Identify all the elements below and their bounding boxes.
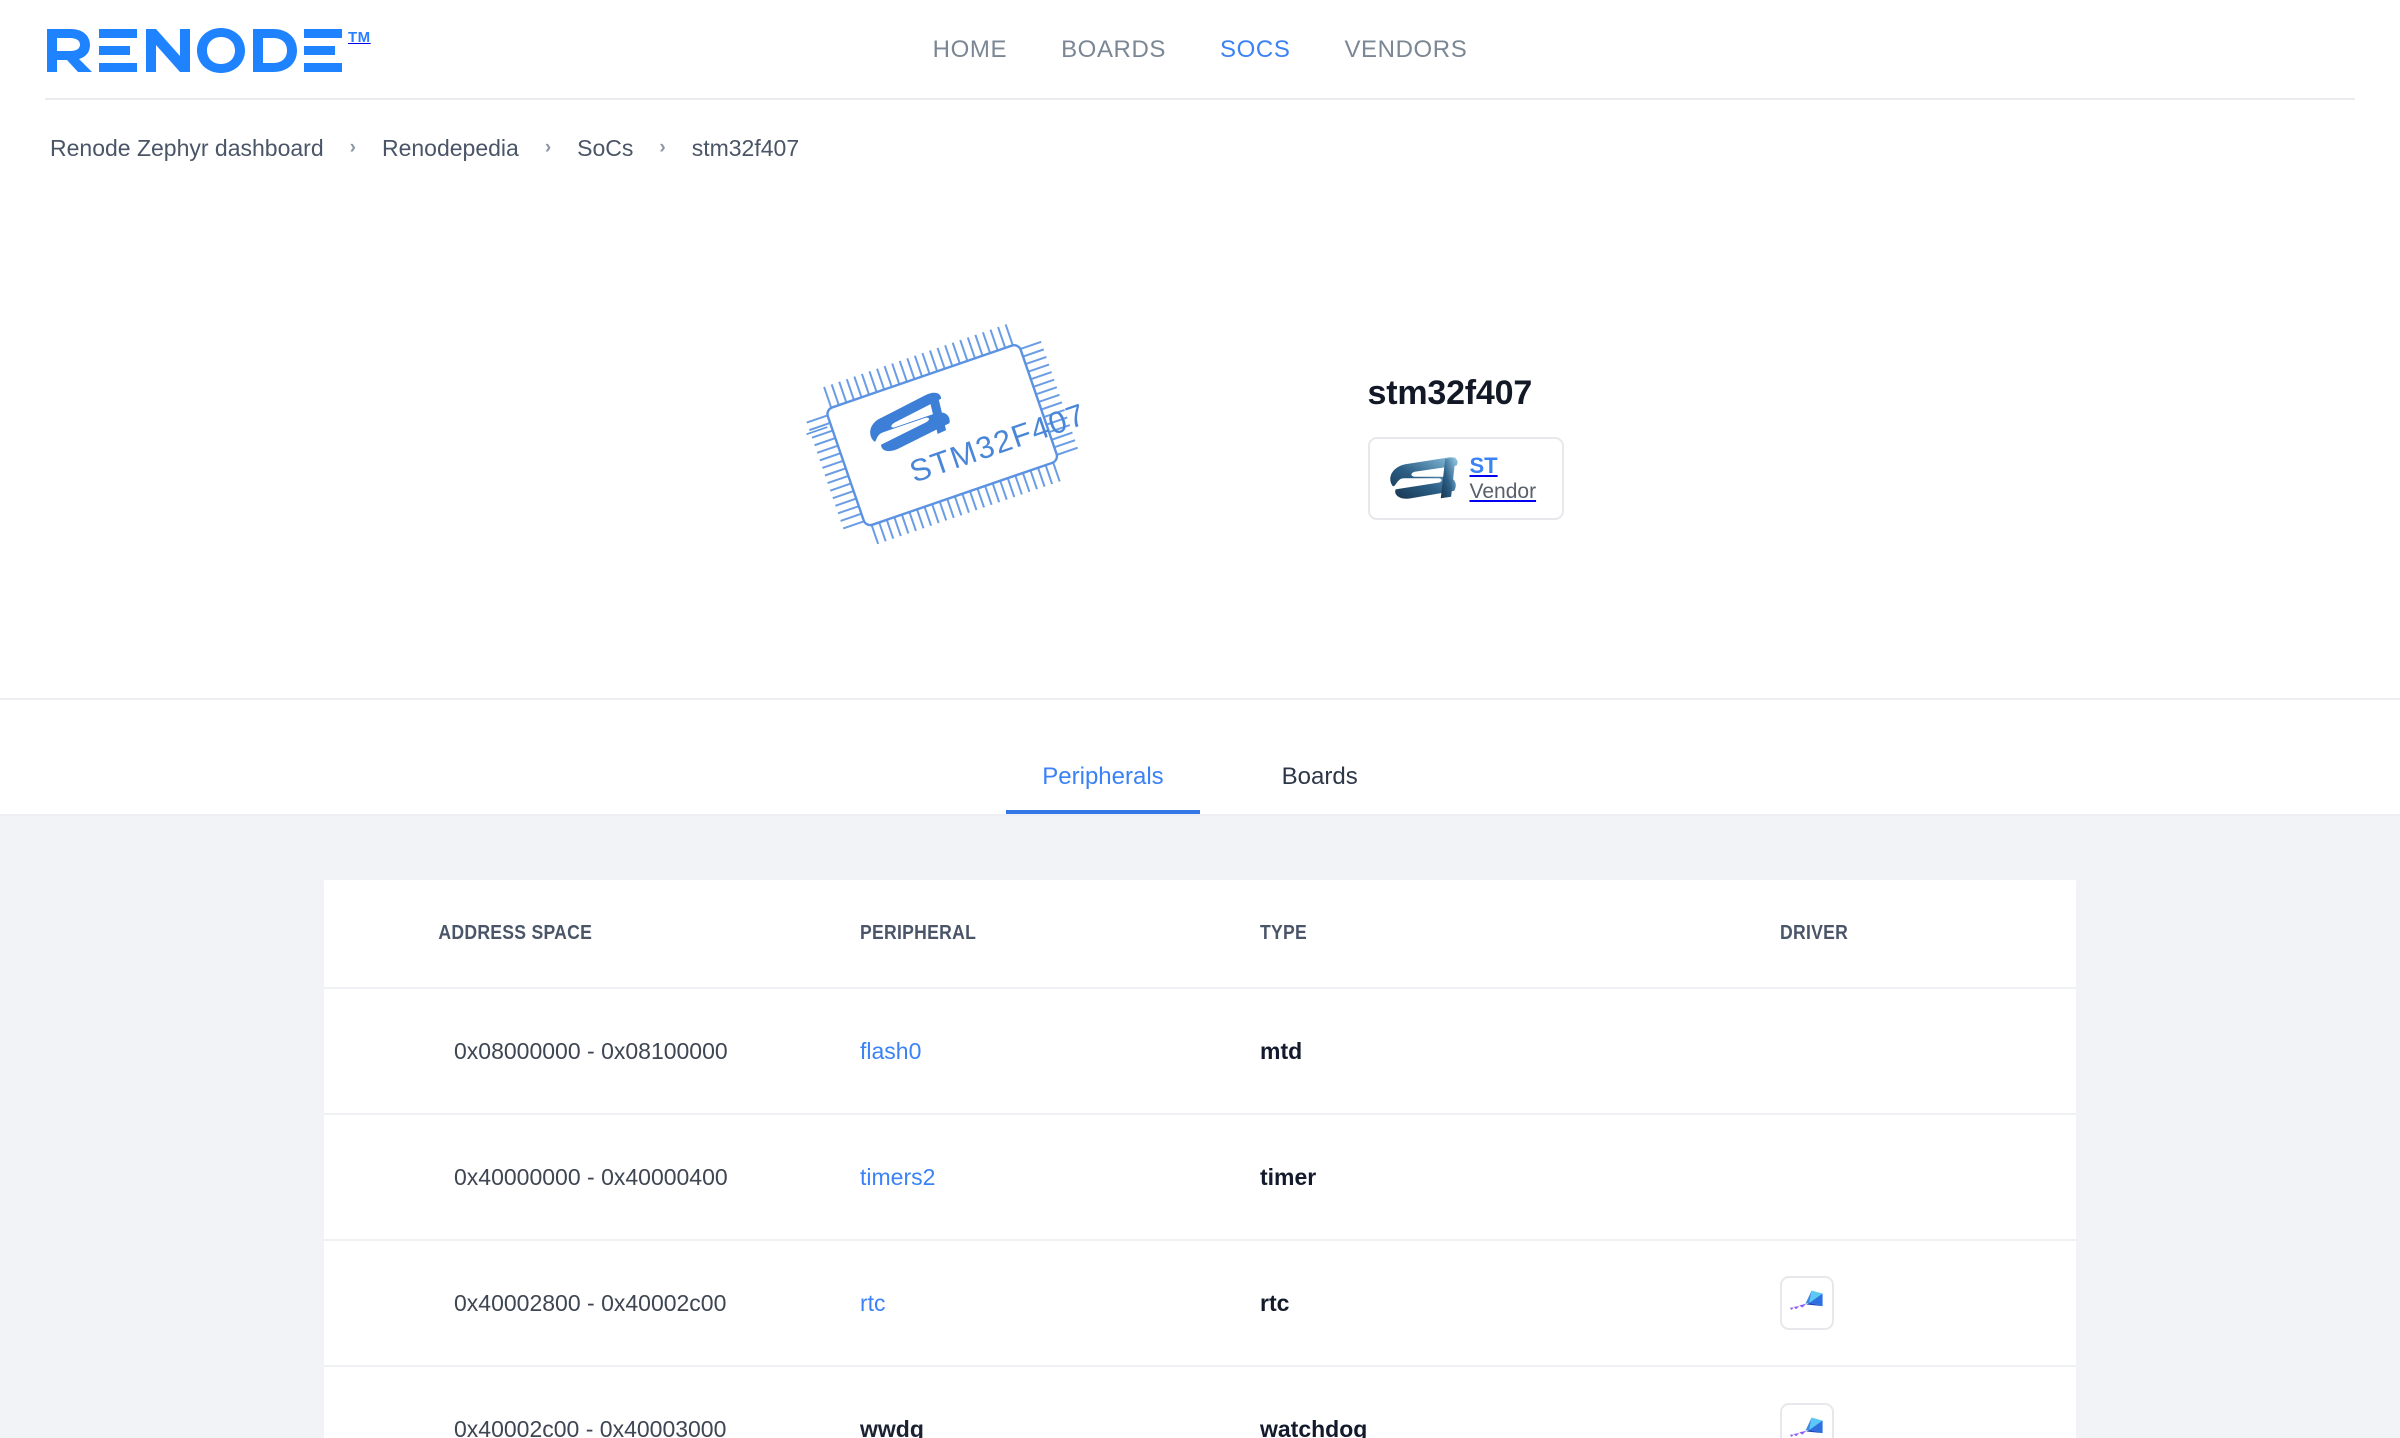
vendor-name: ST [1469,452,1498,478]
breadcrumb-item-renodepedia[interactable]: Renodepedia [382,135,519,162]
peripherals-table: ADDRESS SPACE PERIPHERAL TYPE DRIVER 0x0… [324,880,2076,1438]
site-header: TM HOME BOARDS SOCS VENDORS [0,0,2400,100]
soc-hero: STM32F407 stm32f407 ST Vendor [0,162,2400,700]
cell-driver [1780,1365,2076,1438]
breadcrumb-item-current: stm32f407 [691,134,800,161]
cell-driver [1780,987,2076,1114]
nav-item-vendors[interactable]: VENDORS [1344,36,1467,64]
cell-type: rtc [1260,1289,1290,1316]
column-header-type: TYPE [1260,922,1308,944]
cell-peripheral-link[interactable]: timers2 [860,1164,935,1190]
cell-type: mtd [1260,1037,1303,1064]
table-row: 0x40002800 - 0x40002c00 rtc rtc [324,1239,2076,1366]
peripherals-table-body: 0x08000000 - 0x08100000 flash0 mtd 0x400… [324,987,2076,1438]
vendor-role-label: Vendor [1469,480,1537,504]
chevron-right-icon: › [659,136,666,158]
st-logo-icon [1389,456,1458,499]
renode-wordmark-icon [47,28,342,73]
column-header-peripheral: PERIPHERAL [860,922,977,944]
header-divider [45,98,2355,100]
cell-driver [1780,1113,2076,1240]
table-row: 0x08000000 - 0x08100000 flash0 mtd [324,987,2076,1114]
tab-peripherals[interactable]: Peripherals [1006,726,1201,816]
cell-driver [1780,1239,2076,1366]
breadcrumb-item-socs[interactable]: SoCs [577,135,633,162]
cell-address-space: 0x08000000 - 0x08100000 [454,1037,728,1064]
table-header-row: ADDRESS SPACE PERIPHERAL TYPE DRIVER [324,880,2076,988]
cell-peripheral-link[interactable]: flash0 [860,1038,921,1064]
column-header-driver: DRIVER [1780,922,1849,944]
breadcrumb: Renode Zephyr dashboard › Renodepedia › … [0,100,2400,162]
nav-item-home[interactable]: HOME [933,36,1007,64]
breadcrumb-item-dashboard[interactable]: Renode Zephyr dashboard [50,135,324,162]
main-navigation: HOME BOARDS SOCS VENDORS [933,36,1468,64]
soc-chip-illustration: STM32F407 [683,294,1203,594]
soc-meta: stm32f407 ST Vendor [1367,373,1698,521]
driver-badge-zephyr[interactable] [1780,1402,1834,1438]
cell-address-space: 0x40002c00 - 0x40003000 [454,1416,727,1438]
nav-item-socs[interactable]: SOCS [1220,36,1290,64]
driver-badge-zephyr[interactable] [1780,1276,1834,1330]
zephyr-icon [1789,1290,1823,1310]
stm32f407-chip-icon: STM32F407 [805,324,1090,545]
page-title: stm32f407 [1367,373,1533,412]
chevron-right-icon: › [544,136,552,158]
vendor-card[interactable]: ST Vendor [1367,436,1565,521]
cell-peripheral: wwdg [860,1416,924,1438]
column-header-address-space: ADDRESS SPACE [438,922,593,944]
table-row: 0x40000000 - 0x40000400 timers2 timer [324,1113,2076,1240]
cell-type: watchdog [1260,1416,1368,1438]
tab-boards[interactable]: Boards [1246,726,1394,816]
tabbar-divider [0,814,2400,816]
nav-item-boards[interactable]: BOARDS [1061,36,1166,64]
renode-logo[interactable]: TM [45,27,371,73]
zephyr-icon [1789,1417,1823,1437]
cell-address-space: 0x40000000 - 0x40000400 [454,1163,728,1190]
peripherals-card: ADDRESS SPACE PERIPHERAL TYPE DRIVER 0x0… [324,880,2076,1438]
main-content: ADDRESS SPACE PERIPHERAL TYPE DRIVER 0x0… [0,816,2400,1438]
table-row: 0x40002c00 - 0x40003000 wwdg watchdog [324,1365,2076,1438]
logo-trademark: TM [348,29,371,46]
cell-type: timer [1260,1163,1317,1190]
tab-bar: Peripherals Boards [0,700,2400,816]
cell-address-space: 0x40002800 - 0x40002c00 [454,1289,727,1316]
cell-peripheral-link[interactable]: rtc [860,1290,886,1316]
chevron-right-icon: › [349,136,356,158]
